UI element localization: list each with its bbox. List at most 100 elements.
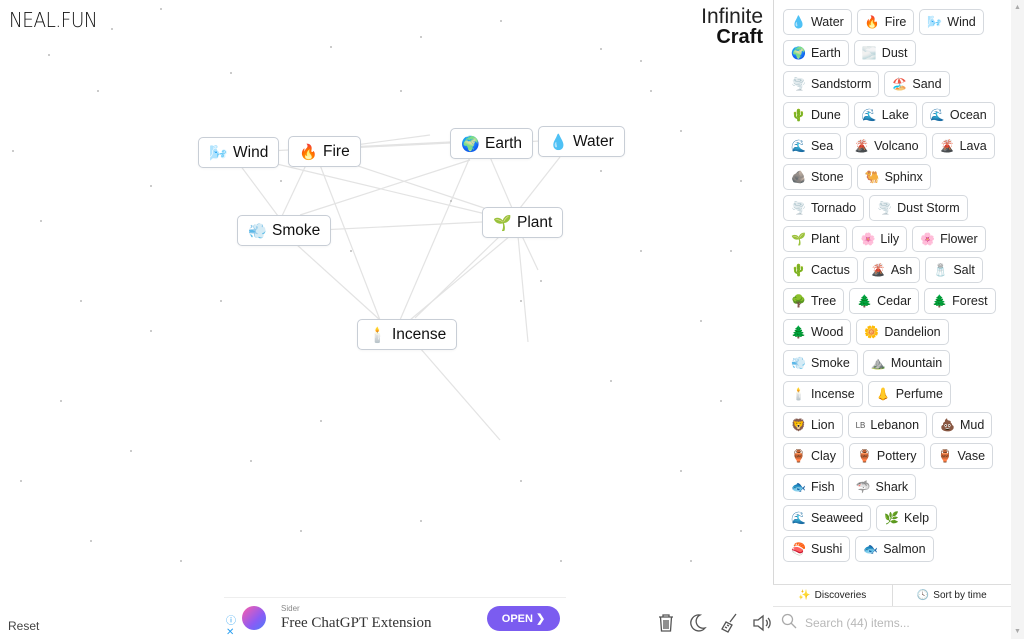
background-dot	[640, 60, 642, 62]
sidebar-item-flower[interactable]: 🌸 Flower	[912, 226, 986, 252]
item-label: Lion	[810, 418, 835, 432]
sidebar-item-cedar[interactable]: 🌲 Cedar	[849, 288, 920, 314]
sidebar-item-lava[interactable]: 🌋 Lava	[931, 133, 995, 159]
item-label: Seaweed	[810, 511, 864, 525]
sidebar-item-dune[interactable]: 🌵 Dune	[783, 102, 849, 128]
canvas-element-wind[interactable]: 🌬️ Wind	[198, 137, 280, 168]
item-label: Shark	[875, 480, 909, 494]
sidebar-item-salt[interactable]: 🧂 Salt	[925, 257, 983, 283]
sidebar-item-wind[interactable]: 🌬️ Wind	[919, 9, 984, 35]
sidebar-item-tree[interactable]: 🌳 Tree	[783, 288, 845, 314]
sidebar-item-sphinx[interactable]: 🐫 Sphinx	[856, 164, 931, 190]
ad-open-button[interactable]: OPEN ❯	[487, 606, 560, 631]
item-label: Kelp	[904, 511, 930, 525]
neal-fun-logo[interactable]: NEAL.FUN	[9, 8, 98, 32]
sidebar-item-smoke[interactable]: 💨 Smoke	[783, 350, 858, 376]
sidebar-item-plant[interactable]: 🌱 Plant	[783, 226, 848, 252]
scroll-down-arrow[interactable]: ▼	[1014, 628, 1021, 635]
sidebar-item-dust[interactable]: 🌫️ Dust	[853, 40, 916, 66]
tab-sort-by-time[interactable]: 🕓 Sort by time	[891, 585, 1012, 606]
crafting-canvas[interactable]: NEAL.FUN Infinite Craft 🌬️ Wind 🔥 Fire 🌍…	[0, 0, 773, 639]
element-label: Fire	[323, 142, 350, 160]
sidebar-item-incense[interactable]: 🕯️ Incense	[783, 381, 863, 407]
reset-button[interactable]: Reset	[8, 619, 39, 633]
moon-icon[interactable]	[688, 612, 708, 634]
sidebar-item-sushi[interactable]: 🍣 Sushi	[783, 536, 851, 562]
item-label: Stone	[810, 170, 844, 184]
element-label: Incense	[392, 325, 447, 343]
tab-discoveries-label: Discoveries	[814, 590, 867, 601]
perfume-icon: 👃	[875, 387, 891, 401]
scroll-up-arrow[interactable]: ▲	[1014, 4, 1021, 11]
item-label: Wind	[947, 15, 976, 29]
lake-icon: 🌊	[861, 108, 877, 122]
sidebar-item-sea[interactable]: 🌊 Sea	[783, 133, 842, 159]
sidebar-item-dust-storm[interactable]: 🌪️ Dust Storm	[869, 195, 968, 221]
search-input[interactable]	[805, 616, 995, 630]
canvas-element-earth[interactable]: 🌍 Earth	[450, 128, 534, 159]
sidebar-item-clay[interactable]: 🏺 Clay	[783, 443, 844, 469]
sidebar-item-vase[interactable]: 🏺 Vase	[929, 443, 994, 469]
sand-icon: 🏖️	[892, 77, 908, 91]
background-dot	[230, 72, 232, 74]
broom-icon[interactable]	[720, 612, 740, 634]
sidebar-item-ash[interactable]: 🌋 Ash	[862, 257, 921, 283]
sidebar-item-lake[interactable]: 🌊 Lake	[853, 102, 917, 128]
connection-line	[339, 159, 491, 211]
connection-line	[299, 159, 471, 216]
canvas-element-fire[interactable]: 🔥 Fire	[288, 136, 361, 167]
sidebar-item-volcano[interactable]: 🌋 Volcano	[846, 133, 927, 159]
sidebar-item-perfume[interactable]: 👃 Perfume	[867, 381, 951, 407]
canvas-element-plant[interactable]: 🌱 Plant	[482, 207, 564, 238]
sidebar-item-stone[interactable]: 🪨 Stone	[783, 164, 852, 190]
sidebar-item-mud[interactable]: 💩 Mud	[932, 412, 993, 438]
fish-icon: 🐟	[791, 480, 806, 494]
sidebar-item-pottery[interactable]: 🏺 Pottery	[848, 443, 925, 469]
sidebar-item-mountain[interactable]: ⛰️ Mountain	[862, 350, 951, 376]
canvas-element-incense[interactable]: 🕯️ Incense	[357, 319, 458, 350]
sidebar-scrollbar[interactable]: ▲ ▼	[1011, 0, 1024, 639]
sidebar-item-salmon[interactable]: 🐟 Salmon	[855, 536, 934, 562]
ad-controls[interactable]: ⓘ ✕	[226, 616, 236, 638]
connection-line	[517, 235, 529, 343]
sidebar-item-earth[interactable]: 🌍 Earth	[783, 40, 849, 66]
item-label: Sphinx	[884, 170, 923, 184]
sidebar-item-fire[interactable]: 🔥 Fire	[856, 9, 915, 35]
infinite-craft-logo: Infinite Craft	[701, 6, 763, 48]
earth-icon: 🌍	[791, 46, 806, 60]
sidebar-item-forest[interactable]: 🌲 Forest	[924, 288, 996, 314]
sidebar-item-ocean[interactable]: 🌊 Ocean	[921, 102, 995, 128]
sidebar-item-kelp[interactable]: 🌿 Kelp	[876, 505, 938, 531]
sidebar-item-dandelion[interactable]: 🌼 Dandelion	[856, 319, 949, 345]
background-dot	[40, 220, 42, 222]
sidebar-item-fish[interactable]: 🐟 Fish	[783, 474, 843, 500]
sidebar-item-cactus[interactable]: 🌵 Cactus	[783, 257, 858, 283]
trash-icon[interactable]	[656, 612, 676, 634]
sidebar-item-lebanon[interactable]: LB Lebanon	[847, 412, 928, 438]
sidebar-item-sandstorm[interactable]: 🌪️ Sandstorm	[783, 71, 880, 97]
ad-info-icon[interactable]: ⓘ	[226, 616, 236, 627]
sidebar-item-tornado[interactable]: 🌪️ Tornado	[783, 195, 865, 221]
background-dot	[540, 280, 542, 282]
canvas-element-water[interactable]: 💧 Water	[538, 126, 625, 157]
tab-discoveries[interactable]: ✨ Discoveries	[773, 585, 892, 606]
speaker-icon[interactable]	[752, 612, 772, 634]
sparkle-icon: ✨	[798, 590, 811, 601]
sidebar-item-seaweed[interactable]: 🌊 Seaweed	[783, 505, 872, 531]
volcano-icon: 🌋	[854, 139, 870, 153]
canvas-element-smoke[interactable]: 💨 Smoke	[237, 215, 332, 246]
clock-icon: 🕓	[916, 590, 930, 601]
search-icon	[781, 613, 797, 634]
sidebar-item-sand[interactable]: 🏖️ Sand	[884, 71, 950, 97]
sidebar-item-lily[interactable]: 🌸 Lily	[852, 226, 908, 252]
lava-icon: 🌋	[939, 139, 955, 153]
item-label: Plant	[810, 232, 840, 246]
sidebar-item-water[interactable]: 💧 Water	[783, 9, 852, 35]
sidebar-item-wood[interactable]: 🌲 Wood	[783, 319, 852, 345]
ad-headline[interactable]: Free ChatGPT Extension	[281, 615, 432, 632]
sidebar-item-shark[interactable]: 🦈 Shark	[847, 474, 917, 500]
ad-banner[interactable]: ⓘ ✕ Sider Free ChatGPT Extension OPEN ❯	[224, 597, 566, 639]
ad-close-icon[interactable]: ✕	[226, 627, 236, 638]
sidebar-item-lion[interactable]: 🦁 Lion	[783, 412, 843, 438]
background-dot	[520, 480, 522, 482]
